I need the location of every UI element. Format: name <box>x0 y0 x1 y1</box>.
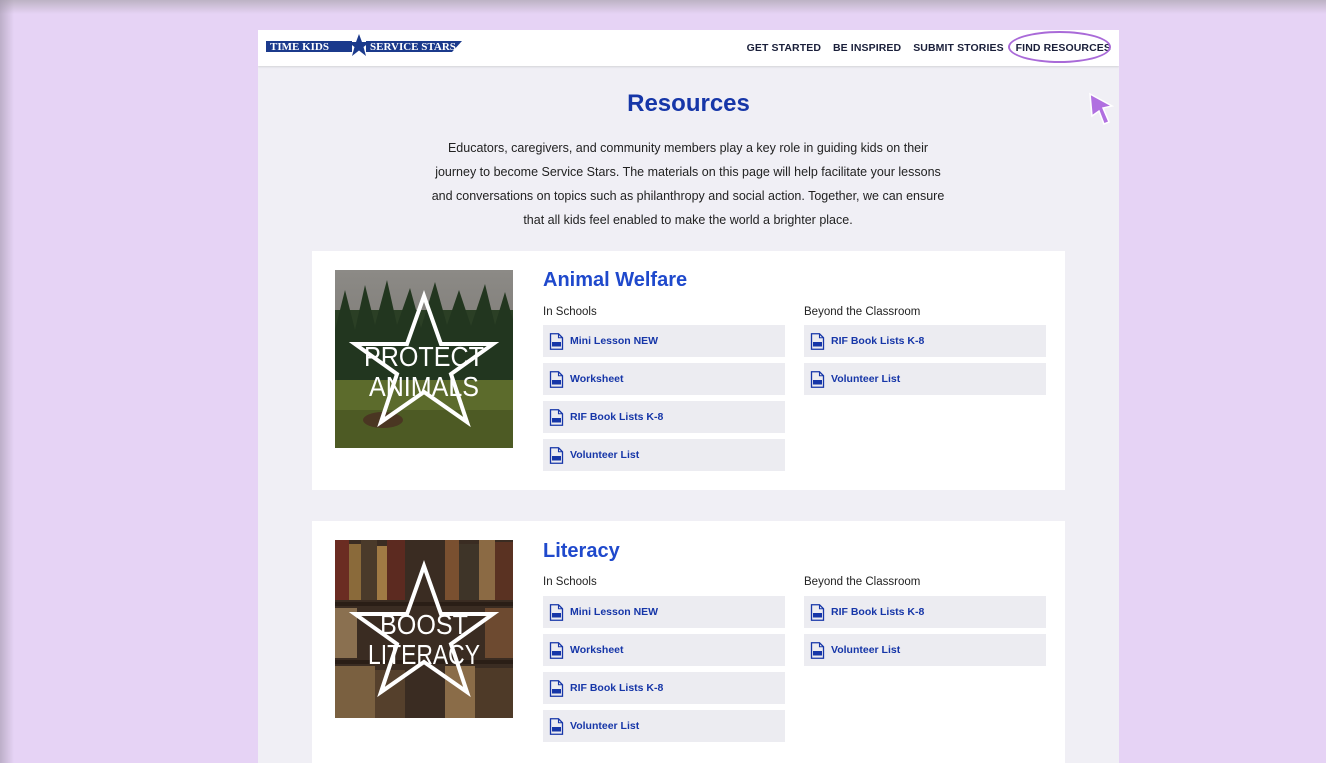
pdf-icon <box>549 332 564 350</box>
pdf-icon <box>810 332 825 350</box>
resource-link[interactable]: Volunteer List <box>543 710 785 742</box>
resource-card-animal-welfare: PROTECT ANIMALS Animal Welfare In School… <box>312 251 1065 490</box>
window-shadow <box>0 0 1326 14</box>
resource-link[interactable]: Worksheet <box>543 363 785 395</box>
resource-link-label: Worksheet <box>570 373 624 385</box>
pdf-icon <box>549 641 564 659</box>
svg-text:SERVICE STARS: SERVICE STARS <box>370 41 456 53</box>
pdf-icon <box>549 717 564 735</box>
svg-text:PROTECT: PROTECT <box>364 341 484 372</box>
window-shadow-left <box>0 0 14 763</box>
resource-link-label: Mini Lesson NEW <box>570 606 659 618</box>
nav-find-resources[interactable]: FIND RESOURCES <box>1007 31 1111 63</box>
boost-literacy-image: BOOST LITERACY <box>335 540 513 718</box>
pdf-icon <box>810 641 825 659</box>
resource-link[interactable]: Volunteer List <box>543 439 785 471</box>
page-intro: Educators, caregivers, and community mem… <box>431 141 945 227</box>
resource-link-label: RIF Book Lists K-8 <box>570 682 664 694</box>
pdf-icon <box>549 408 564 426</box>
pdf-icon <box>810 603 825 621</box>
svg-text:ANIMALS: ANIMALS <box>369 371 479 402</box>
resource-link-label: Mini Lesson NEW <box>570 335 659 347</box>
resource-link-label: RIF Book Lists K-8 <box>831 335 925 347</box>
site-header: TIME KIDS SERVICE STARS GET STARTED BE I… <box>258 30 1119 66</box>
in-schools-list: Mini Lesson NEW Worksheet RIF Book Lists… <box>543 596 785 748</box>
resource-link[interactable]: Volunteer List <box>804 634 1046 666</box>
pdf-icon <box>549 370 564 388</box>
resource-link[interactable]: RIF Book Lists K-8 <box>804 596 1046 628</box>
nav-get-started[interactable]: GET STARTED <box>747 42 821 54</box>
in-schools-label: In Schools <box>543 306 597 318</box>
section-title: Animal Welfare <box>543 269 688 291</box>
web-page: TIME KIDS SERVICE STARS GET STARTED BE I… <box>258 30 1119 763</box>
resource-link[interactable]: Volunteer List <box>804 363 1046 395</box>
resource-link[interactable]: Mini Lesson NEW <box>543 596 785 628</box>
svg-text:TIME KIDS: TIME KIDS <box>270 41 329 53</box>
resource-link[interactable]: RIF Book Lists K-8 <box>543 672 785 704</box>
resource-link-label: Volunteer List <box>831 644 901 656</box>
nav-be-inspired[interactable]: BE INSPIRED <box>833 42 901 54</box>
page-title: Resources <box>627 90 750 117</box>
resource-link[interactable]: RIF Book Lists K-8 <box>543 401 785 433</box>
resource-card-literacy: BOOST LITERACY Literacy In Schools Beyon… <box>312 521 1065 763</box>
resource-link[interactable]: RIF Book Lists K-8 <box>804 325 1046 357</box>
nav-submit-stories[interactable]: SUBMIT STORIES <box>913 42 1003 54</box>
highlight-circle <box>1007 31 1111 63</box>
beyond-classroom-list: RIF Book Lists K-8 Volunteer List <box>804 325 1046 401</box>
section-title: Literacy <box>543 540 620 562</box>
beyond-classroom-label: Beyond the Classroom <box>804 306 921 318</box>
pdf-icon <box>549 679 564 697</box>
resource-link-label: Volunteer List <box>570 449 640 461</box>
resource-link-label: Worksheet <box>570 644 624 656</box>
resource-link[interactable]: Worksheet <box>543 634 785 666</box>
resource-link[interactable]: Mini Lesson NEW <box>543 325 785 357</box>
in-schools-label: In Schools <box>543 576 597 588</box>
time-kids-service-stars-logo[interactable]: TIME KIDS SERVICE STARS <box>266 34 466 58</box>
resource-link-label: RIF Book Lists K-8 <box>570 411 664 423</box>
beyond-classroom-list: RIF Book Lists K-8 Volunteer List <box>804 596 1046 672</box>
resource-link-label: Volunteer List <box>570 720 640 732</box>
svg-text:BOOST: BOOST <box>380 609 468 640</box>
in-schools-list: Mini Lesson NEW Worksheet RIF Book Lists… <box>543 325 785 477</box>
pdf-icon <box>810 370 825 388</box>
main-nav: GET STARTED BE INSPIRED SUBMIT STORIES F… <box>747 30 1111 66</box>
svg-text:LITERACY: LITERACY <box>368 639 480 670</box>
resource-link-label: Volunteer List <box>831 373 901 385</box>
pdf-icon <box>549 446 564 464</box>
protect-animals-image: PROTECT ANIMALS <box>335 270 513 448</box>
resource-link-label: RIF Book Lists K-8 <box>831 606 925 618</box>
beyond-classroom-label: Beyond the Classroom <box>804 576 921 588</box>
pdf-icon <box>549 603 564 621</box>
